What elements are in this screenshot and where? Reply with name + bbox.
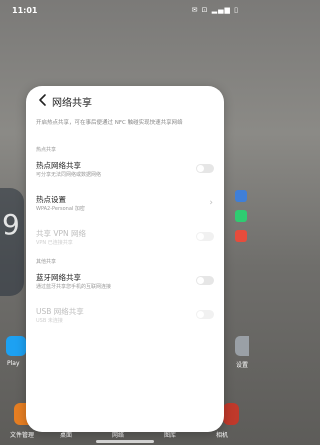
- row-subtitle: 可分享无法同网络或数据网络: [36, 172, 102, 178]
- status-bar: 11:01 ✉ ⊡ ▂▄▆ ▯: [0, 0, 249, 20]
- chevron-right-icon: ›: [209, 198, 213, 208]
- row-vpn-share[interactable]: 共享 VPN 网络 VPN 已连接共享: [26, 226, 224, 252]
- settings-app-icon: [235, 336, 249, 356]
- status-time: 11:01: [12, 6, 38, 15]
- play-store-icon: [6, 336, 26, 356]
- hotspot-share-toggle[interactable]: [196, 164, 214, 173]
- phone-app-icon: [235, 210, 247, 222]
- home-indicator[interactable]: [96, 440, 154, 443]
- dock-label-files: 文件管理: [10, 432, 35, 439]
- status-icons: ✉ ⊡ ▂▄▆ ▯: [191, 6, 239, 14]
- row-subtitle: WPA2-Personal 加密: [36, 206, 85, 212]
- mail-app-icon: [235, 190, 247, 202]
- vpn-share-toggle[interactable]: [196, 232, 214, 241]
- background-right-icons: [235, 190, 249, 270]
- row-subtitle: USB 未连接: [36, 318, 63, 324]
- row-subtitle: VPN 已连接共享: [36, 240, 73, 246]
- back-button[interactable]: [36, 92, 50, 106]
- row-subtitle: 通过蓝牙共享您手机的互联网连接: [36, 284, 112, 290]
- row-title: 共享 VPN 网络: [36, 229, 87, 238]
- row-bluetooth-share[interactable]: 蓝牙网络共享 通过蓝牙共享您手机的互联网连接: [26, 270, 224, 296]
- row-title: 热点网络共享: [36, 161, 81, 170]
- section-label-hotspot: 热点共享: [36, 147, 57, 153]
- section-label-other: 其他共享: [36, 259, 57, 265]
- back-arrow-icon: [39, 94, 46, 106]
- dock-label-camera: 相机: [216, 432, 229, 439]
- background-widget-number: 9: [2, 208, 20, 241]
- intro-text: 开启热点共享，可在事后便通过 NFC 触碰实现快速共享网络: [36, 120, 183, 126]
- card-header: 网络共享: [26, 86, 224, 114]
- row-hotspot-settings[interactable]: 热点设置 WPA2-Personal 加密 ›: [26, 192, 224, 218]
- row-title: 热点设置: [36, 195, 66, 204]
- camera-app-icon: [223, 403, 239, 425]
- background-clock-widget: 9: [0, 188, 24, 296]
- network-sharing-card: 网络共享 开启热点共享，可在事后便通过 NFC 触碰实现快速共享网络 热点共享 …: [26, 86, 224, 432]
- row-usb-share[interactable]: USB 网络共享 USB 未连接: [26, 304, 224, 330]
- row-title: USB 网络共享: [36, 307, 84, 316]
- bluetooth-share-toggle[interactable]: [196, 276, 214, 285]
- play-store-label: Play: [7, 360, 20, 367]
- row-hotspot-share[interactable]: 热点网络共享 可分享无法同网络或数据网络: [26, 158, 224, 184]
- page-title: 网络共享: [52, 98, 92, 109]
- row-title: 蓝牙网络共享: [36, 273, 81, 282]
- usb-share-toggle[interactable]: [196, 310, 214, 319]
- calendar-app-icon: [235, 230, 247, 242]
- settings-app-label: 设置: [235, 362, 248, 369]
